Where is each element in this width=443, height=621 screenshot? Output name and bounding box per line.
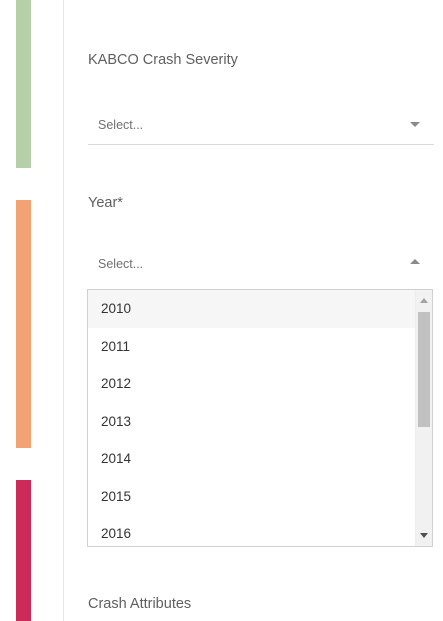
year-select[interactable]: Select... xyxy=(88,247,434,283)
accent-bar-orange xyxy=(16,200,31,448)
kabco-select[interactable]: Select... xyxy=(88,108,434,145)
panel-divider xyxy=(63,0,64,621)
scroll-up-arrow-icon[interactable] xyxy=(420,298,428,303)
year-label: Year* xyxy=(88,195,123,211)
year-options-list: 2010 2011 2012 2013 2014 2015 2016 xyxy=(88,290,415,546)
year-option-2013[interactable]: 2013 xyxy=(88,403,415,441)
crash-attributes-label: Crash Attributes xyxy=(88,596,192,612)
year-option-2015[interactable]: 2015 xyxy=(88,478,415,516)
dropdown-scrollbar[interactable] xyxy=(415,290,432,546)
year-option-2010[interactable]: 2010 xyxy=(88,290,415,328)
accent-bar-pink xyxy=(16,480,31,621)
kabco-label: KABCO Crash Severity xyxy=(88,52,238,68)
year-option-2016[interactable]: 2016 xyxy=(88,515,415,546)
scrollbar-thumb[interactable] xyxy=(418,312,430,427)
year-option-2014[interactable]: 2014 xyxy=(88,440,415,478)
year-select-placeholder: Select... xyxy=(98,257,144,271)
chevron-down-icon xyxy=(410,122,420,127)
year-dropdown-menu: 2010 2011 2012 2013 2014 2015 2016 xyxy=(87,289,433,547)
filter-panel: KABCO Crash Severity Select... Year* Sel… xyxy=(0,0,443,621)
year-option-2012[interactable]: 2012 xyxy=(88,365,415,403)
scroll-down-arrow-icon[interactable] xyxy=(420,533,428,538)
kabco-select-placeholder: Select... xyxy=(98,118,144,132)
accent-bar-green xyxy=(16,0,31,168)
year-option-2011[interactable]: 2011 xyxy=(88,328,415,366)
chevron-up-icon xyxy=(410,259,420,264)
